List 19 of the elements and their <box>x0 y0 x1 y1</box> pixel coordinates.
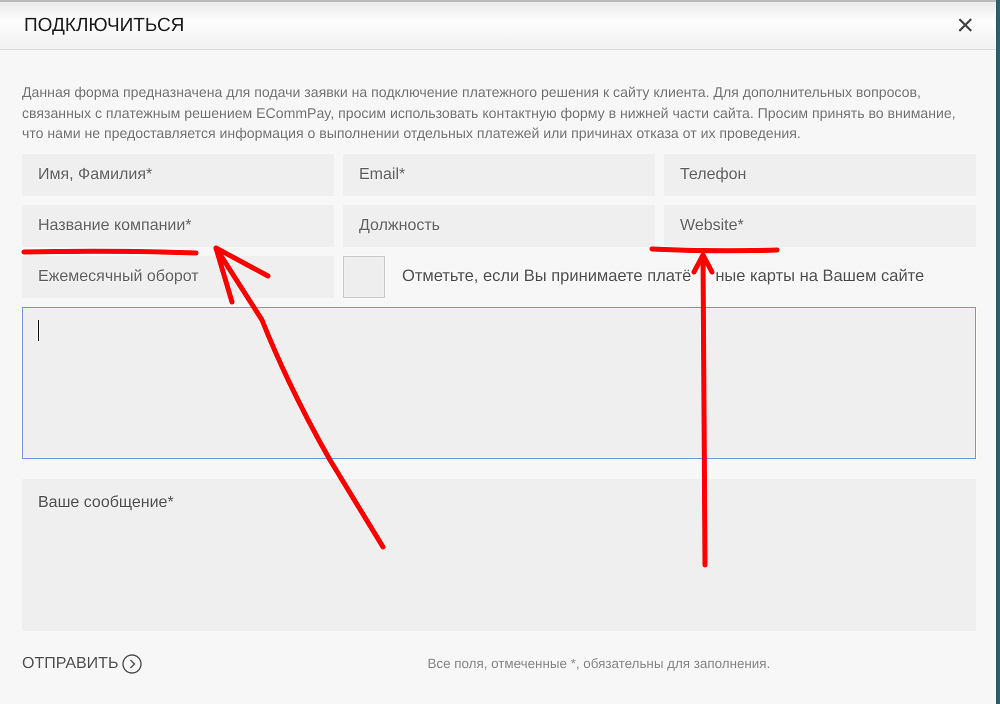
text-area[interactable] <box>22 306 976 458</box>
chevron-circle-icon <box>122 654 142 674</box>
dialog-title: ПОДКЛЮЧИТЬСЯ <box>24 14 184 36</box>
input-field[interactable]: Имя, Фамилия* <box>22 154 334 196</box>
input-field[interactable]: Должность <box>343 204 655 246</box>
input-field[interactable]: Ежемесячный оборот <box>22 256 334 298</box>
input-field[interactable]: Название компании* <box>22 204 334 246</box>
text-cursor <box>38 320 39 340</box>
submit-button[interactable]: ОТПРАВИТЬ <box>22 654 142 674</box>
input-field[interactable]: Телефон <box>664 154 976 196</box>
required-note: Все поля, отмеченные *, обязательны для заполнения. <box>427 656 770 671</box>
input-field[interactable]: Website* <box>664 204 976 246</box>
checkbox-label: ные карты на Вашем сайте <box>715 267 924 286</box>
input-field[interactable]: Email* <box>343 154 655 196</box>
description-text: Данная форма предназначена для подачи заявки на подключение платежного решения к сайту клиента. Для дополнительных вопросов, связанных с платежным решением ECommPay, просим использовать контактную форму в нижней части сайта. Просим принять во внимание, что нами не предоставляется информация о выполнении отдельных платежей или причинах отказа от их проведения. <box>22 83 957 143</box>
checkbox[interactable] <box>343 256 385 298</box>
close-button[interactable]: × <box>956 10 974 40</box>
text-area[interactable]: Ваше сообщение* <box>22 478 976 630</box>
checkbox-label: Отметьте, если Вы принимаете платё <box>402 267 692 286</box>
